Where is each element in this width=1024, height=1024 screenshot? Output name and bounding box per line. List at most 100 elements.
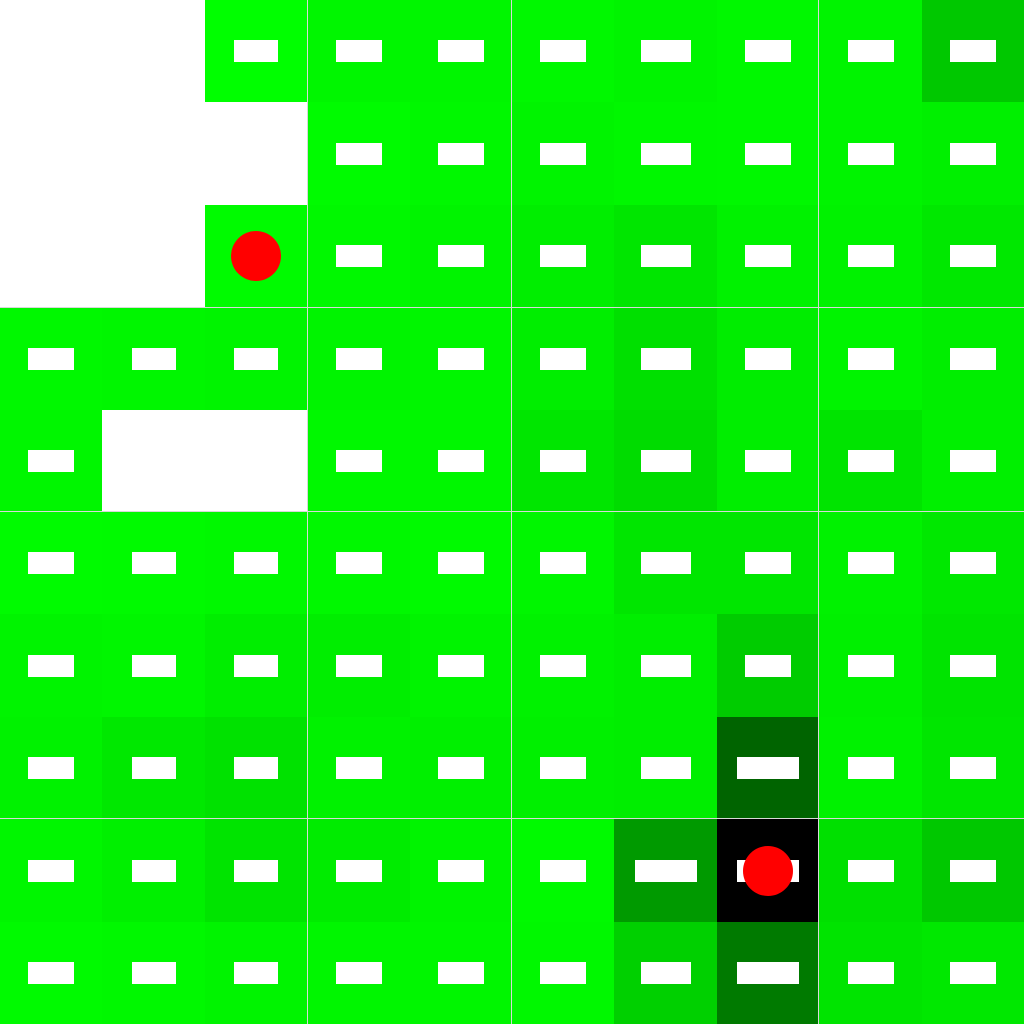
grid-cell[interactable]: [102, 922, 205, 1024]
grid-cell[interactable]: [512, 102, 614, 205]
grid-cell[interactable]: [717, 205, 819, 307]
grid-cell[interactable]: [922, 819, 1024, 922]
grid-cell[interactable]: [614, 922, 717, 1024]
grid-cell[interactable]: [307, 922, 410, 1024]
game-board[interactable]: [0, 0, 1024, 1024]
grid-cell[interactable]: [307, 205, 410, 307]
grid-cell[interactable]: [922, 512, 1024, 614]
grid-cell[interactable]: [614, 410, 717, 512]
grid-cell[interactable]: [102, 614, 205, 717]
grid-cell[interactable]: [205, 922, 307, 1024]
grid-cell[interactable]: [410, 102, 512, 205]
cell-label-icon: [438, 552, 484, 574]
grid-cell[interactable]: [410, 0, 512, 102]
grid-cell[interactable]: [819, 717, 922, 819]
grid-cell[interactable]: [102, 512, 205, 614]
grid-cell[interactable]: [819, 922, 922, 1024]
grid-cell[interactable]: [717, 819, 819, 922]
grid-cell[interactable]: [614, 0, 717, 102]
cell-label-icon: [540, 40, 586, 62]
grid-cell[interactable]: [102, 819, 205, 922]
grid-cell[interactable]: [922, 307, 1024, 410]
grid-cell[interactable]: [410, 717, 512, 819]
grid-cell[interactable]: [922, 205, 1024, 307]
grid-cell[interactable]: [512, 922, 614, 1024]
grid-cell[interactable]: [410, 512, 512, 614]
grid-cell[interactable]: [512, 614, 614, 717]
red-dot-icon[interactable]: [743, 845, 793, 896]
grid-cell[interactable]: [614, 512, 717, 614]
grid-cell[interactable]: [0, 819, 102, 922]
grid-cell[interactable]: [819, 0, 922, 102]
grid-cell[interactable]: [205, 717, 307, 819]
grid-cell[interactable]: [922, 0, 1024, 102]
grid-cell[interactable]: [614, 614, 717, 717]
grid-cell[interactable]: [717, 410, 819, 512]
grid-cell[interactable]: [819, 410, 922, 512]
grid-cell[interactable]: [0, 307, 102, 410]
grid-cell[interactable]: [307, 819, 410, 922]
grid-cell[interactable]: [307, 0, 410, 102]
grid-cell[interactable]: [205, 0, 307, 102]
grid-cell[interactable]: [717, 922, 819, 1024]
grid-cell[interactable]: [717, 307, 819, 410]
grid-cell[interactable]: [717, 614, 819, 717]
grid-cell[interactable]: [512, 307, 614, 410]
grid-cell[interactable]: [819, 205, 922, 307]
grid-cell[interactable]: [717, 717, 819, 819]
grid-cell[interactable]: [512, 410, 614, 512]
grid-cell[interactable]: [410, 614, 512, 717]
grid-cell[interactable]: [614, 819, 717, 922]
grid-cell[interactable]: [307, 717, 410, 819]
grid-cell[interactable]: [922, 410, 1024, 512]
grid-cell[interactable]: [410, 410, 512, 512]
red-dot-icon[interactable]: [231, 231, 281, 281]
grid-cell[interactable]: [922, 717, 1024, 819]
grid-cell[interactable]: [717, 0, 819, 102]
cell-label-icon: [950, 757, 996, 779]
grid-cell[interactable]: [205, 205, 307, 307]
grid-cell[interactable]: [512, 0, 614, 102]
grid-cell[interactable]: [819, 512, 922, 614]
grid-cell[interactable]: [410, 205, 512, 307]
grid-cell[interactable]: [717, 102, 819, 205]
grid-cell[interactable]: [819, 614, 922, 717]
grid-cell[interactable]: [512, 205, 614, 307]
grid-cell[interactable]: [307, 410, 410, 512]
grid-cell[interactable]: [205, 819, 307, 922]
grid-cell[interactable]: [410, 307, 512, 410]
grid-cell[interactable]: [819, 307, 922, 410]
grid-cell[interactable]: [205, 512, 307, 614]
grid-cell[interactable]: [614, 717, 717, 819]
grid-cell[interactable]: [614, 307, 717, 410]
grid-cell[interactable]: [0, 410, 102, 512]
cell-label-icon: [950, 859, 996, 882]
grid-cell[interactable]: [922, 922, 1024, 1024]
grid-cell[interactable]: [205, 307, 307, 410]
grid-cell[interactable]: [410, 819, 512, 922]
grid-cell[interactable]: [0, 512, 102, 614]
grid-cell[interactable]: [0, 614, 102, 717]
grid-cell[interactable]: [819, 102, 922, 205]
grid-cell[interactable]: [0, 717, 102, 819]
grid-cell[interactable]: [307, 614, 410, 717]
grid-cell[interactable]: [307, 512, 410, 614]
grid-cell[interactable]: [512, 819, 614, 922]
grid-cell[interactable]: [614, 102, 717, 205]
grid-cell[interactable]: [922, 102, 1024, 205]
cell-label-icon: [234, 347, 278, 370]
grid-cell[interactable]: [102, 307, 205, 410]
grid-cell[interactable]: [102, 717, 205, 819]
grid-cell[interactable]: [922, 614, 1024, 717]
grid-cell[interactable]: [512, 717, 614, 819]
grid-cell[interactable]: [512, 512, 614, 614]
grid-cell[interactable]: [0, 922, 102, 1024]
grid-cell[interactable]: [410, 922, 512, 1024]
grid-cell[interactable]: [307, 307, 410, 410]
grid-cell[interactable]: [205, 614, 307, 717]
grid-cell[interactable]: [614, 205, 717, 307]
grid-cell[interactable]: [717, 512, 819, 614]
grid-cell[interactable]: [307, 102, 410, 205]
cell-label-icon: [131, 757, 176, 779]
grid-cell[interactable]: [819, 819, 922, 922]
